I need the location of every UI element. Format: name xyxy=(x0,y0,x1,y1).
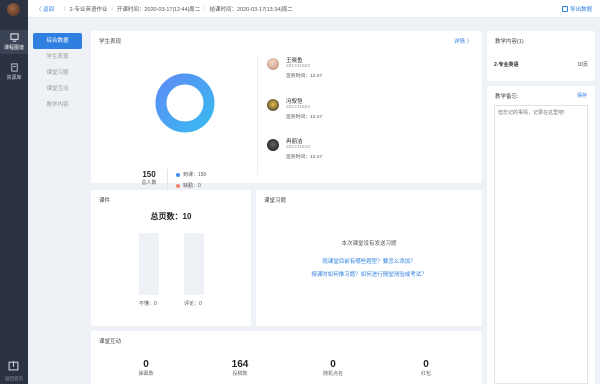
export-icon xyxy=(561,6,568,12)
start-time: 开课时间：2020-03-17|12:44|周二 xyxy=(116,6,201,13)
stat-submissions: 164 投稿数 xyxy=(220,359,260,377)
export-label: 导出数据 xyxy=(569,7,592,13)
absent-dot-icon xyxy=(176,183,180,188)
avatar[interactable] xyxy=(7,3,20,16)
divider xyxy=(167,169,168,191)
subnav-exercises[interactable]: 课堂习题 xyxy=(33,65,82,81)
back-label: 返回 xyxy=(43,6,55,13)
legend-present: 到课：150 xyxy=(176,170,206,181)
comments-bar xyxy=(184,233,204,295)
nav-resources-label: 资源库 xyxy=(6,75,22,81)
student-id: 201741622 xyxy=(286,64,311,69)
sub-nav: 综合数据 学生表现 课堂习题 课堂互动 教学内容 xyxy=(33,33,82,113)
help-link[interactable]: 授课时如何推习题？如何进行随堂测验或考试？ xyxy=(256,270,482,278)
teaching-item[interactable]: 2-专业英语 10页 xyxy=(494,61,588,68)
card-title: 学生表现 xyxy=(99,39,122,45)
stat-label: 红包 xyxy=(420,371,431,377)
stat-label: 投稿数 xyxy=(232,371,248,377)
stat-label: 随机点名 xyxy=(322,371,343,377)
stat-label: 弹幕数 xyxy=(138,371,154,377)
teaching-course-name: 2-专业英语 xyxy=(494,62,519,68)
teaching-notes-card: 教学备忘: 保存 xyxy=(487,86,595,384)
stat-random-rollcall: 0 随机点名 xyxy=(313,359,353,377)
student-name: 冯叙恺 xyxy=(286,99,303,105)
attendance-donut-chart xyxy=(155,73,215,133)
help-link[interactable]: 雨课堂目前有哪些题型？要怎么添加？ xyxy=(256,257,482,265)
home-return-icon[interactable] xyxy=(8,360,19,371)
notes-textarea[interactable] xyxy=(494,105,588,384)
unclear-label: 不懂：0 xyxy=(139,301,157,307)
stat-danmaku: 0 弹幕数 xyxy=(126,359,166,377)
exercises-card: 课堂习题 本次课堂没有发送习题 雨课堂目前有哪些题型？要怎么添加？ 授课时如何推… xyxy=(256,190,482,326)
top-header: 〈 返回 | 2-专业英语作业 | 开课时间：2020-03-17|12:44|… xyxy=(28,0,600,18)
subnav-interaction[interactable]: 课堂互动 xyxy=(33,81,82,97)
total-value: 150 xyxy=(142,170,156,179)
student-name: 冉丽洁 xyxy=(286,139,303,145)
student-avatar xyxy=(267,139,279,151)
nav-classroom[interactable]: 课程图谱 xyxy=(0,30,28,54)
detail-link[interactable]: 详情 〉 xyxy=(454,37,472,45)
divider: | xyxy=(64,5,66,12)
subnav-teaching-content[interactable]: 教学内容 xyxy=(33,97,82,113)
present-dot-icon xyxy=(176,172,180,177)
student-performance-card: 学生表现 详情 〉 150 总人数 到课：150 缺勤：0 王晓鱼 201741… xyxy=(91,31,482,191)
present-label: 到课：150 xyxy=(183,172,207,178)
left-rail: 课程图谱 资源库 返回首页 xyxy=(0,0,28,384)
donut-present-ring xyxy=(155,73,215,133)
export-data-button[interactable]: 导出数据 xyxy=(561,5,592,13)
courseware-card: 课件 总页数：10 不懂：0 评论：0 xyxy=(91,190,251,326)
sign-in-time: 签到时间：12:47 xyxy=(286,115,322,120)
divider: | xyxy=(204,5,206,12)
stat-value: 0 xyxy=(423,359,429,370)
stat-red-envelope: 0 红包 xyxy=(406,359,446,377)
stat-value: 0 xyxy=(330,359,336,370)
subnav-student-performance[interactable]: 学生表现 xyxy=(33,49,82,65)
divider xyxy=(257,55,258,175)
total-label: 总人数 xyxy=(141,180,157,186)
card-title: 教学备忘: xyxy=(495,94,519,100)
attendance-legend: 到课：150 缺勤：0 xyxy=(176,170,206,192)
absent-label: 缺勤：0 xyxy=(183,183,201,189)
student-avatar xyxy=(267,58,279,70)
student-avatar xyxy=(267,99,279,111)
return-home-label[interactable]: 返回首页 xyxy=(0,376,28,382)
unclear-bar xyxy=(139,233,159,295)
save-button[interactable]: 保存 xyxy=(577,92,587,99)
card-title: 课件 xyxy=(99,198,111,204)
student-id: 201741610 xyxy=(286,145,311,150)
nav-resources[interactable]: 资源库 xyxy=(0,60,28,84)
card-title: 课堂习题 xyxy=(264,198,287,204)
course-name: 2-专业英语作业 xyxy=(69,6,108,13)
sign-in-time: 签到时间：12:47 xyxy=(286,74,322,79)
classroom-icon xyxy=(9,33,19,42)
sign-in-time: 签到时间：12:47 xyxy=(286,155,322,160)
resources-icon xyxy=(10,63,18,72)
student-name: 王晓鱼 xyxy=(286,58,303,64)
stat-value: 0 xyxy=(143,359,149,370)
stat-value: 164 xyxy=(231,359,249,370)
subnav-overview[interactable]: 综合数据 xyxy=(33,33,82,49)
no-exercises-text: 本次课堂没有发送习题 xyxy=(341,241,397,247)
card-title: 教学内容(1) xyxy=(495,39,524,45)
back-link[interactable]: 〈 返回 xyxy=(36,5,54,13)
interaction-card: 课堂互动 0 弹幕数 164 投稿数 0 随机点名 0 红包 xyxy=(91,331,482,384)
divider: | xyxy=(111,5,113,12)
teaching-pages: 10页 xyxy=(577,62,588,68)
teaching-content-card: 教学内容(1) 2-专业英语 10页 xyxy=(487,31,595,81)
comments-label: 评论：0 xyxy=(184,301,202,307)
end-time: 结课时间：2020-03-17|13:34|周二 xyxy=(209,6,293,13)
nav-classroom-label: 课程图谱 xyxy=(3,45,24,51)
card-title: 课堂互动 xyxy=(99,339,122,345)
total-pages: 总页数：10 xyxy=(150,212,192,221)
total-count: 150 总人数 xyxy=(139,170,159,186)
student-id: 201741624 xyxy=(286,105,311,110)
